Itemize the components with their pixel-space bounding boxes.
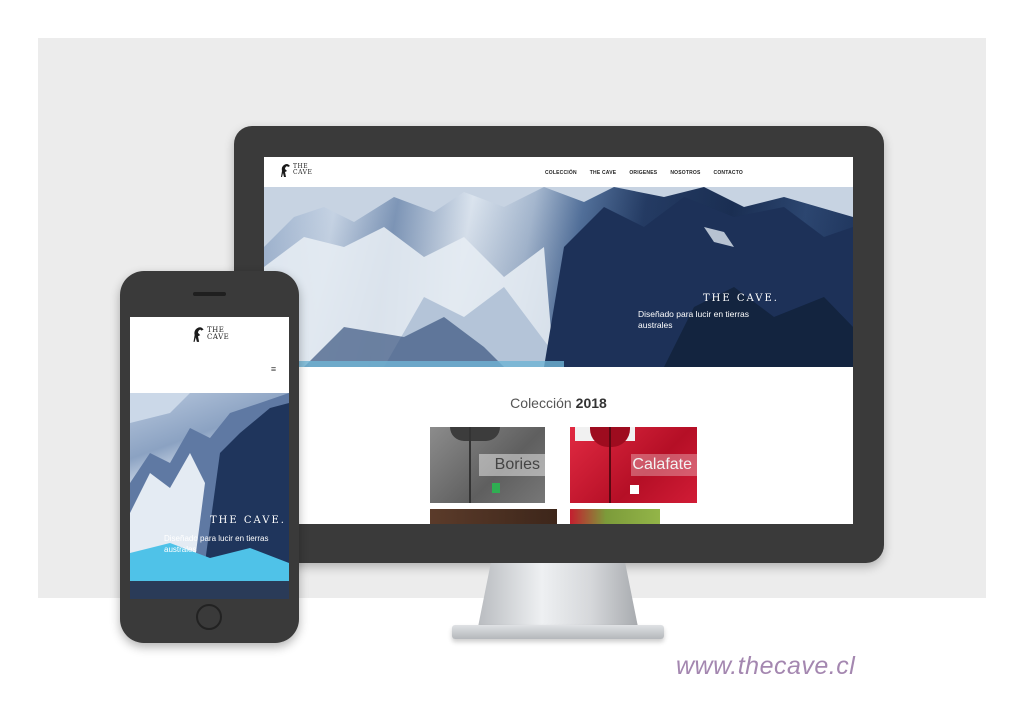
product-card-bories[interactable]: Bories xyxy=(430,427,545,503)
desktop-logo[interactable]: THE CAVE xyxy=(279,162,312,178)
mountain-hero-image xyxy=(130,393,289,599)
dinosaur-logo-icon xyxy=(193,327,204,342)
dinosaur-logo-icon xyxy=(281,164,290,177)
mountain-hero-image xyxy=(264,187,853,367)
desktop-screen: THE CAVE COLECCIÓN THE CAVE ORIGENES NOS… xyxy=(264,157,853,524)
jacket-logo-icon xyxy=(630,485,639,494)
hero-tagline: Diseñado para lucir en tierras australes xyxy=(638,309,750,330)
collection-heading: Colección 2018 xyxy=(264,395,853,411)
jacket-logo-icon xyxy=(492,483,500,493)
nav-item-coleccion[interactable]: COLECCIÓN xyxy=(545,170,577,176)
nav-item-the-cave[interactable]: THE CAVE xyxy=(590,170,617,176)
logo-text: THE CAVE xyxy=(207,326,230,341)
mobile-phone: THE CAVE ≡ THE CAVE. Diseñado para lucir… xyxy=(120,271,299,643)
nav-item-origenes[interactable]: ORIGENES xyxy=(629,170,657,176)
jacket-zipper xyxy=(469,427,471,503)
logo-text: THE CAVE xyxy=(293,163,313,176)
product-card-green[interactable] xyxy=(570,509,660,524)
collection-year: 2018 xyxy=(575,395,607,411)
phone-speaker xyxy=(193,292,226,296)
collection-label: Colección xyxy=(510,395,572,411)
hamburger-menu-icon[interactable]: ≡ xyxy=(269,365,278,374)
product-label-bories: Bories xyxy=(479,454,545,476)
desktop-site-header: THE CAVE COLECCIÓN THE CAVE ORIGENES NOS… xyxy=(264,157,853,187)
product-card-brown[interactable] xyxy=(430,509,557,524)
monitor-stand-base xyxy=(452,625,664,639)
mobile-hero-brand-wordmark: THE CAVE. xyxy=(210,515,286,526)
monitor-stand-neck xyxy=(478,563,638,627)
desktop-monitor: THE CAVE COLECCIÓN THE CAVE ORIGENES NOS… xyxy=(234,126,884,563)
mobile-hero-tagline: Diseñado para lucir en tierras australes xyxy=(164,534,269,554)
product-label-calafate: Calafate xyxy=(631,454,697,476)
jacket-zipper xyxy=(609,427,611,503)
desktop-hero-banner: THE CAVE. Diseñado para lucir en tierras… xyxy=(264,187,853,367)
home-button[interactable] xyxy=(196,604,222,630)
nav-item-contacto[interactable]: CONTACTO xyxy=(714,170,743,176)
nav-item-nosotros[interactable]: NOSOTROS xyxy=(670,170,700,176)
product-card-calafate[interactable]: Calafate xyxy=(570,427,697,503)
jacket-collar xyxy=(450,427,500,441)
desktop-nav-menu: COLECCIÓN THE CAVE ORIGENES NOSOTROS CON… xyxy=(545,170,743,176)
mobile-screen: THE CAVE ≡ THE CAVE. Diseñado para lucir… xyxy=(130,317,289,599)
mobile-hero-banner: THE CAVE. Diseñado para lucir en tierras… xyxy=(130,393,289,599)
website-url[interactable]: www.thecave.cl xyxy=(676,652,855,681)
hero-brand-wordmark: THE CAVE. xyxy=(703,293,779,304)
mobile-logo[interactable]: THE CAVE xyxy=(191,325,229,343)
